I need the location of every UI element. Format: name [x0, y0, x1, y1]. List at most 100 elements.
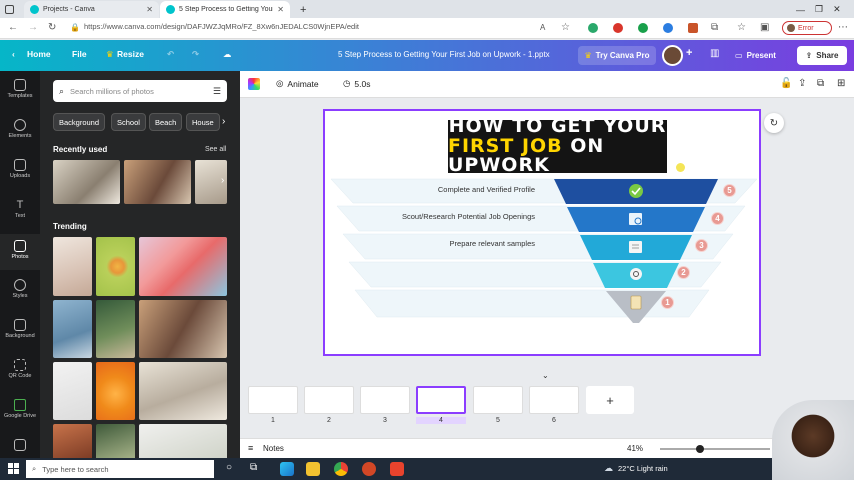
- profile-error-button[interactable]: Error: [782, 21, 832, 35]
- close-tab-icon[interactable]: ✕: [277, 5, 284, 14]
- page-thumbnail[interactable]: [304, 386, 354, 414]
- refresh-design-icon[interactable]: ↻: [764, 113, 784, 133]
- recent-photo[interactable]: [53, 160, 120, 204]
- app-icon[interactable]: [390, 462, 404, 476]
- powerpoint-app-icon[interactable]: [362, 462, 376, 476]
- extension-blue-icon[interactable]: [663, 23, 673, 33]
- zoom-slider-track[interactable]: [660, 448, 770, 450]
- color-picker-icon[interactable]: [248, 78, 260, 90]
- filter-sliders-icon[interactable]: ☰: [213, 86, 221, 97]
- notes-button[interactable]: Notes: [263, 444, 284, 453]
- add-page-button[interactable]: +: [586, 386, 634, 414]
- trending-photo[interactable]: [53, 237, 92, 296]
- forward-icon[interactable]: →: [28, 22, 38, 33]
- page-thumbnail-selected[interactable]: [416, 386, 466, 414]
- close-tab-icon[interactable]: ✕: [146, 5, 153, 14]
- chip-house[interactable]: House: [186, 113, 220, 131]
- see-all-link[interactable]: See all: [205, 146, 226, 153]
- rail-uploads[interactable]: Uploads: [0, 159, 40, 179]
- windows-start-icon[interactable]: [8, 463, 19, 474]
- rail-styles[interactable]: Styles: [0, 279, 40, 299]
- new-tab-icon[interactable]: +: [294, 1, 308, 18]
- more-options-icon[interactable]: ⊞: [837, 78, 845, 89]
- trending-photo[interactable]: [139, 237, 227, 296]
- present-button[interactable]: ▭ Present: [735, 46, 776, 65]
- browser-tab-active[interactable]: 5 Step Process to Getting Your Fi ✕: [160, 1, 290, 18]
- extensions-puzzle-icon[interactable]: ⧉: [711, 22, 718, 33]
- taskbar-search[interactable]: ⌕ Type here to search: [26, 460, 214, 478]
- back-icon[interactable]: ←: [8, 22, 18, 33]
- page-thumbnail[interactable]: [248, 386, 298, 414]
- duplicate-icon[interactable]: ⧉: [817, 78, 824, 89]
- rail-google-drive[interactable]: Google Drive: [0, 399, 40, 419]
- trending-photo[interactable]: [53, 300, 92, 358]
- trending-photo[interactable]: [139, 362, 227, 420]
- collections-icon[interactable]: ▣: [760, 22, 769, 33]
- trending-photo[interactable]: [96, 362, 135, 420]
- back-chevron-icon[interactable]: ‹: [12, 49, 15, 59]
- chip-background[interactable]: Background: [53, 113, 106, 131]
- undo-icon[interactable]: ↶: [167, 49, 174, 60]
- read-aloud-icon[interactable]: A: [540, 23, 545, 32]
- row-label-2[interactable]: Scout/Research Potential Job Openings: [402, 212, 535, 221]
- chrome-app-icon[interactable]: [334, 462, 348, 476]
- trending-photo[interactable]: [53, 424, 92, 460]
- trending-photo[interactable]: [53, 362, 92, 420]
- weather-text[interactable]: 22°C Light rain: [618, 464, 668, 473]
- export-icon[interactable]: ⇪: [798, 78, 806, 89]
- extension-orange-icon[interactable]: [688, 23, 698, 33]
- share-button[interactable]: ⇪ Share: [797, 46, 847, 65]
- lock-icon[interactable]: 🔓: [780, 78, 792, 89]
- trending-photo[interactable]: [96, 424, 135, 460]
- animate-button[interactable]: ◎ Animate: [276, 78, 319, 89]
- redo-icon[interactable]: ↷: [192, 49, 199, 60]
- page-thumbnail[interactable]: [529, 386, 579, 414]
- trending-photo[interactable]: [96, 237, 135, 296]
- document-title[interactable]: 5 Step Process to Getting Your First Job…: [338, 50, 550, 59]
- resize-button[interactable]: Resize: [117, 49, 144, 59]
- rail-text[interactable]: T Text: [0, 199, 40, 219]
- rail-qr-code[interactable]: QR Code: [0, 359, 40, 379]
- more-menu-icon[interactable]: ⋯: [838, 22, 848, 33]
- cloud-saved-icon[interactable]: ☁: [223, 49, 232, 60]
- reload-icon[interactable]: ↻: [48, 22, 56, 33]
- user-avatar[interactable]: [662, 45, 683, 66]
- trending-photo[interactable]: [139, 300, 227, 358]
- extension-red-icon[interactable]: [613, 23, 623, 33]
- url-text[interactable]: https://www.canva.com/design/DAFJWZJqMRo…: [84, 22, 359, 31]
- row-label-3[interactable]: Prepare relevant samples: [450, 239, 535, 248]
- trending-photo[interactable]: [96, 300, 135, 358]
- file-explorer-icon[interactable]: [306, 462, 320, 476]
- chip-school[interactable]: School: [111, 113, 146, 131]
- row-label-1[interactable]: Complete and Verified Profile: [438, 185, 535, 194]
- browser-menu-icon[interactable]: [2, 1, 18, 18]
- rail-photos[interactable]: Photos: [0, 234, 40, 270]
- zoom-slider-thumb[interactable]: [696, 445, 704, 453]
- browser-tab-projects[interactable]: Projects - Canva ✕: [24, 1, 159, 18]
- page-thumbnail[interactable]: [473, 386, 523, 414]
- extension-green-icon[interactable]: [638, 23, 648, 33]
- trending-photo[interactable]: [139, 424, 227, 460]
- cortana-icon[interactable]: ○: [226, 462, 232, 473]
- rail-more[interactable]: [0, 439, 40, 453]
- extension-grammarly-icon[interactable]: [588, 23, 598, 33]
- recent-photo[interactable]: [124, 160, 191, 204]
- file-menu-button[interactable]: File: [72, 49, 87, 59]
- rail-background[interactable]: Background: [0, 319, 40, 339]
- insights-chart-icon[interactable]: ▥: [710, 48, 719, 59]
- collapse-pages-chevron-icon[interactable]: ⌄: [542, 371, 549, 380]
- favorites-icon[interactable]: ☆: [737, 22, 746, 33]
- minimize-icon[interactable]: —: [796, 5, 805, 15]
- funnel-diagram[interactable]: [325, 111, 759, 354]
- duration-button[interactable]: ◷ 5.0s: [343, 78, 371, 89]
- close-window-icon[interactable]: ✕: [833, 4, 841, 15]
- edge-app-icon[interactable]: [280, 462, 294, 476]
- home-button[interactable]: Home: [27, 49, 51, 59]
- slide-canvas[interactable]: HOW TO GET YOUR FIRST JOB ON UPWORK Comp…: [323, 109, 761, 356]
- zoom-percent[interactable]: 41%: [627, 444, 643, 453]
- try-canva-pro-button[interactable]: ♛ Try Canva Pro: [578, 46, 656, 65]
- page-thumbnail[interactable]: [360, 386, 410, 414]
- recent-next-chevron-icon[interactable]: ›: [221, 175, 224, 186]
- restore-icon[interactable]: ❐: [815, 4, 823, 15]
- task-view-icon[interactable]: ⧉: [250, 462, 257, 473]
